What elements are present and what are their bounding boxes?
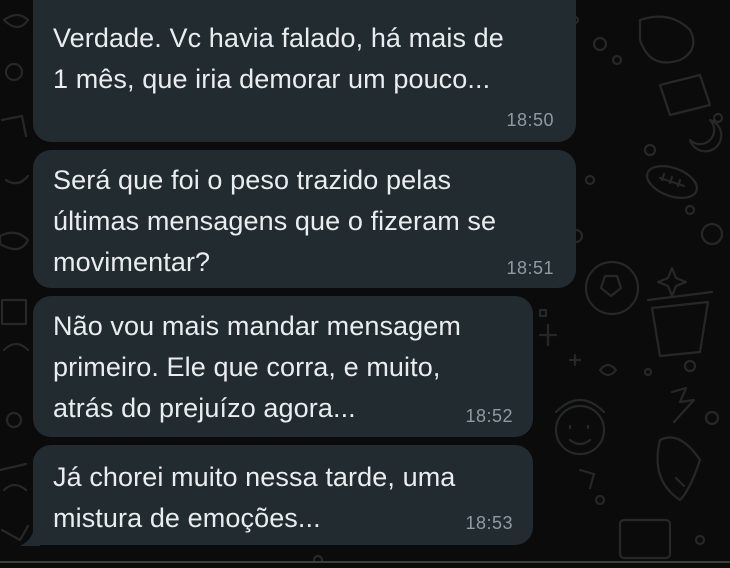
message-timestamp: 18:50 xyxy=(506,110,554,130)
message-timestamp: 18:51 xyxy=(506,258,554,278)
message-text: Já chorei muito nessa tarde, uma mistura… xyxy=(53,462,456,533)
message-bubble[interactable]: Verdade. Vc havia falado, há mais de 1 m… xyxy=(33,0,576,142)
message-text: Não vou mais mandar mensagem primeiro. E… xyxy=(53,311,461,423)
message-text: Verdade. Vc havia falado, há mais de 1 m… xyxy=(53,23,504,94)
message-bubble[interactable]: Não vou mais mandar mensagem primeiro. E… xyxy=(33,296,533,437)
message-timestamp: 18:53 xyxy=(465,513,513,533)
bubble-tail xyxy=(20,528,40,546)
message-text: Será que foi o peso trazido pelas última… xyxy=(53,165,497,277)
message-timestamp: 18:52 xyxy=(465,406,513,426)
message-bubble[interactable]: Será que foi o peso trazido pelas última… xyxy=(33,150,576,288)
message-bubble[interactable]: Já chorei muito nessa tarde, uma mistura… xyxy=(33,445,533,545)
